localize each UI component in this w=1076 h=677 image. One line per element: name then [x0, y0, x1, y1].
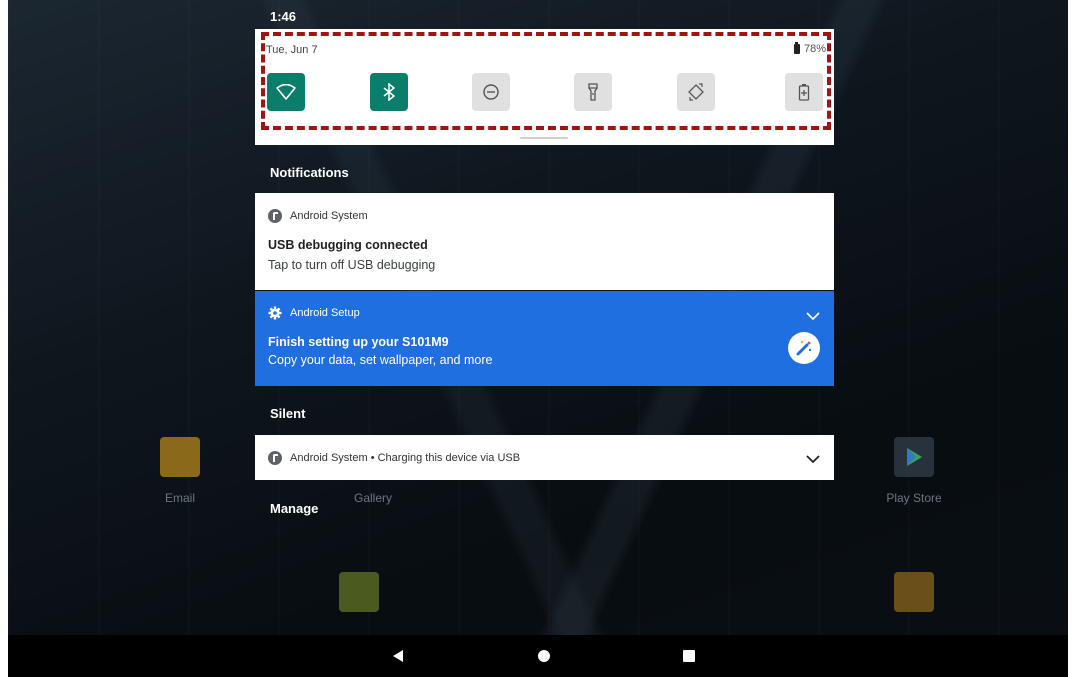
quick-settings-panel: Tue, Jun 7 78%: [255, 29, 834, 145]
recents-button[interactable]: [680, 647, 698, 665]
bluetooth-tile[interactable]: [370, 73, 408, 111]
notification-app-row: Android Setup: [268, 306, 360, 320]
qs-battery[interactable]: 78%: [793, 42, 826, 55]
battery-saver-icon: [798, 84, 810, 101]
back-button[interactable]: [389, 647, 407, 665]
back-icon: [393, 650, 403, 662]
gear-icon: [268, 306, 282, 320]
launcher-email-label: Email: [164, 491, 195, 505]
launcher-messages: [319, 572, 399, 612]
expand-chevron-icon[interactable]: [806, 451, 820, 469]
notification-usb-debugging[interactable]: Android System USB debugging connected T…: [255, 193, 834, 290]
battery-saver-tile[interactable]: [785, 73, 823, 111]
notification-charging[interactable]: Android System • Charging this device vi…: [255, 435, 834, 480]
notification-title: Finish setting up your S101M9: [268, 335, 449, 349]
status-time: 1:46: [270, 9, 297, 24]
auto-rotate-icon: [688, 83, 704, 101]
battery-icon: [793, 42, 800, 54]
notifications-header: Notifications: [270, 165, 349, 180]
home-icon: [538, 650, 550, 662]
home-button[interactable]: [535, 647, 553, 665]
qs-date[interactable]: Tue, Jun 7: [266, 44, 318, 56]
launcher-gallery-label: Gallery: [353, 491, 392, 505]
notification-text: Tap to turn off USB debugging: [268, 258, 436, 272]
notification-title: USB debugging connected: [268, 238, 428, 252]
launcher-play-store-label: Play Store: [886, 491, 942, 505]
wifi-icon: [276, 84, 296, 100]
notification-android-setup[interactable]: Android Setup Finish setting up your S10…: [255, 291, 834, 386]
flashlight-tile[interactable]: [574, 73, 612, 111]
android-system-icon: [268, 451, 282, 465]
expand-chevron-icon[interactable]: [806, 308, 820, 326]
auto-rotate-tile[interactable]: [677, 73, 715, 111]
wifi-tile[interactable]: [267, 73, 305, 111]
launcher-play-store: Play Store: [874, 437, 954, 505]
manage-button[interactable]: Manage: [270, 501, 318, 516]
recents-icon: [683, 650, 695, 662]
email-icon: [160, 437, 200, 477]
notification-app-name: Android System: [290, 210, 368, 222]
android-system-icon: [268, 209, 282, 223]
notification-text: Copy your data, set wallpaper, and more: [268, 353, 493, 367]
play-store-icon: [894, 437, 934, 477]
notification-app-row: Android System • Charging this device vi…: [268, 451, 520, 465]
flashlight-icon: [588, 83, 598, 101]
battery-percent: 78%: [803, 43, 826, 55]
camera-icon: [894, 572, 934, 612]
do-not-disturb-icon: [483, 84, 499, 100]
silent-header: Silent: [270, 406, 306, 421]
messages-icon: [339, 572, 379, 612]
notification-app-name: Android Setup: [290, 307, 360, 319]
notification-app-row: Android System: [268, 209, 368, 223]
qs-drag-handle[interactable]: [520, 137, 568, 139]
launcher-email: Email: [140, 437, 220, 505]
launcher-camera: [874, 572, 954, 612]
magic-wand-icon: [788, 332, 820, 364]
notification-charging-text: Android System • Charging this device vi…: [290, 452, 521, 464]
do-not-disturb-tile[interactable]: [472, 73, 510, 111]
navigation-bar: [8, 635, 1068, 677]
bluetooth-icon: [383, 83, 395, 101]
device-screen: Email Gallery Play Store 1:46 Tue, Jun 7…: [8, 0, 1068, 677]
